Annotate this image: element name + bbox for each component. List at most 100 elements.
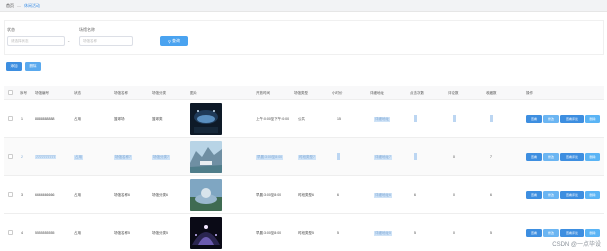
col-status: 状态 bbox=[74, 91, 81, 95]
col-price: 小时价 bbox=[332, 91, 343, 95]
status-filter-label: 状态 bbox=[7, 27, 15, 32]
col-favorites: 收藏数 bbox=[486, 91, 497, 95]
select-all-checkbox[interactable] bbox=[8, 90, 13, 95]
cell-code: 5555555555 bbox=[35, 231, 55, 235]
view-comments-button[interactable]: 查看评论 bbox=[560, 153, 584, 161]
col-category: 场馆分类 bbox=[152, 91, 166, 95]
cell-comments: 0 bbox=[453, 155, 455, 159]
venue-image[interactable] bbox=[190, 179, 222, 211]
cell-open-time: 早晨:3:00至8:00 bbox=[256, 193, 282, 197]
cell-category: 场馆分类7 bbox=[152, 155, 170, 160]
cell-comments: 0 bbox=[453, 193, 455, 197]
search-icon: ⚲ bbox=[168, 38, 171, 44]
cell-price: 5 bbox=[337, 231, 339, 235]
cell-type: 时段类型7 bbox=[298, 155, 316, 160]
row-checkbox[interactable] bbox=[8, 154, 13, 159]
col-clicks: 点击次数 bbox=[410, 91, 424, 95]
row-actions: 查看 修改 查看评论 删除 bbox=[526, 229, 600, 237]
delete-button[interactable]: 删除 bbox=[585, 191, 600, 199]
cell-favorites bbox=[490, 115, 493, 122]
status-select[interactable] bbox=[7, 36, 65, 46]
col-type: 场馆类型 bbox=[294, 91, 308, 95]
name-search-input[interactable] bbox=[79, 36, 133, 46]
view-button[interactable]: 查看 bbox=[526, 115, 542, 123]
cell-address: 详细地址 bbox=[374, 117, 390, 122]
breadcrumb-home[interactable]: 首页 bbox=[6, 3, 14, 8]
edit-button[interactable]: 修改 bbox=[543, 191, 559, 199]
row-actions: 查看 修改 查看评论 删除 bbox=[526, 153, 600, 161]
edit-button[interactable]: 修改 bbox=[543, 229, 559, 237]
view-button[interactable]: 查看 bbox=[526, 153, 542, 161]
cell-name: 篮球场 bbox=[114, 117, 125, 121]
cell-category: 场馆分类6 bbox=[152, 193, 168, 197]
cell-index: 4 bbox=[21, 231, 23, 235]
name-filter-label: 场馆名称 bbox=[79, 27, 95, 32]
table-row[interactable]: 4 5555555555 占用 场馆名称5 场馆分类5 早晨:3:00至8:00… bbox=[4, 214, 604, 251]
row-checkbox[interactable] bbox=[8, 230, 13, 235]
cell-code: 6666666666 bbox=[35, 193, 55, 197]
delete-button[interactable]: 删除 bbox=[585, 229, 600, 237]
cell-name: 场馆名称7 bbox=[114, 155, 132, 160]
top-bar: 首页 — 休闲活动 bbox=[0, 0, 607, 12]
cell-status: 占用 bbox=[74, 193, 81, 197]
add-button[interactable]: 添加 bbox=[6, 62, 22, 71]
cell-type: 时段类型6 bbox=[298, 193, 314, 197]
delete-button[interactable]: 删除 bbox=[585, 153, 600, 161]
cell-name: 场馆名称5 bbox=[114, 231, 130, 235]
cell-index: 3 bbox=[21, 193, 23, 197]
cell-price: 15 bbox=[337, 117, 341, 121]
row-checkbox[interactable] bbox=[8, 116, 13, 121]
cell-price bbox=[337, 153, 340, 160]
row-actions: 查看 修改 查看评论 删除 bbox=[526, 191, 600, 199]
view-comments-button[interactable]: 查看评论 bbox=[560, 115, 584, 123]
edit-button[interactable]: 修改 bbox=[543, 153, 559, 161]
view-button[interactable]: 查看 bbox=[526, 191, 542, 199]
delete-button[interactable]: 删除 bbox=[585, 115, 600, 123]
cell-address: 详细地址7 bbox=[374, 155, 392, 160]
venue-image[interactable] bbox=[190, 217, 222, 249]
view-button[interactable]: 查看 bbox=[526, 229, 542, 237]
filter-panel: 状态 ⌄ 场馆名称 ⚲查询 bbox=[4, 20, 604, 55]
cell-code: 8888888888 bbox=[35, 117, 55, 121]
cell-open-time: 上午:0:00至下午:0:00 bbox=[256, 117, 290, 121]
search-button[interactable]: ⚲ 查询 bbox=[160, 36, 188, 46]
cell-clicks bbox=[414, 115, 417, 122]
row-checkbox[interactable] bbox=[8, 192, 13, 197]
cell-status: 占用 bbox=[74, 231, 81, 235]
cell-type: 时段类型5 bbox=[298, 231, 314, 235]
view-comments-button[interactable]: 查看评论 bbox=[560, 229, 584, 237]
cell-comments: 0 bbox=[453, 231, 455, 235]
cell-comments bbox=[453, 115, 456, 122]
breadcrumb: 首页 — 休闲活动 bbox=[6, 3, 40, 8]
breadcrumb-current: 休闲活动 bbox=[24, 3, 40, 8]
breadcrumb-separator: — bbox=[17, 3, 21, 8]
col-actions: 操作 bbox=[526, 91, 533, 95]
cell-address: 详细地址6 bbox=[374, 193, 392, 198]
col-code: 场馆编号 bbox=[35, 91, 49, 95]
cell-type: 公共 bbox=[298, 117, 305, 121]
table-row[interactable]: 2 7777777777 占用 场馆名称7 场馆分类7 早晨:3:00至8:00… bbox=[4, 138, 604, 176]
col-index: 序号 bbox=[20, 91, 27, 95]
col-image: 图片 bbox=[190, 91, 197, 95]
venue-image[interactable] bbox=[190, 103, 222, 135]
cell-favorites: 7 bbox=[490, 155, 492, 159]
batch-delete-button[interactable]: 删除 bbox=[25, 62, 41, 71]
col-address: 详细地址 bbox=[370, 91, 384, 95]
cell-clicks: 5 bbox=[414, 231, 416, 235]
cell-index: 2 bbox=[21, 155, 23, 159]
cell-status: 占用 bbox=[74, 155, 83, 160]
venue-image[interactable] bbox=[190, 141, 222, 173]
table-row[interactable]: 3 6666666666 占用 场馆名称6 场馆分类6 早晨:3:00至8:00… bbox=[4, 176, 604, 214]
cell-code: 7777777777 bbox=[35, 155, 57, 159]
chevron-down-icon: ⌄ bbox=[67, 38, 71, 43]
cell-clicks: 6 bbox=[414, 193, 416, 197]
table-row[interactable]: 1 8888888888 占用 篮球场 篮球类 上午:0:00至下午:0:00 … bbox=[4, 100, 604, 138]
search-button-label: 查询 bbox=[171, 38, 180, 43]
cell-price: 6 bbox=[337, 193, 339, 197]
cell-clicks bbox=[414, 153, 417, 160]
table-header: 序号 场馆编号 状态 场馆名称 场馆分类 图片 开放时间 场馆类型 小时价 详细… bbox=[4, 86, 604, 100]
edit-button[interactable]: 修改 bbox=[543, 115, 559, 123]
view-comments-button[interactable]: 查看评论 bbox=[560, 191, 584, 199]
row-actions: 查看 修改 查看评论 删除 bbox=[526, 115, 600, 123]
watermark: CSDN @一点毕设 bbox=[552, 242, 601, 248]
